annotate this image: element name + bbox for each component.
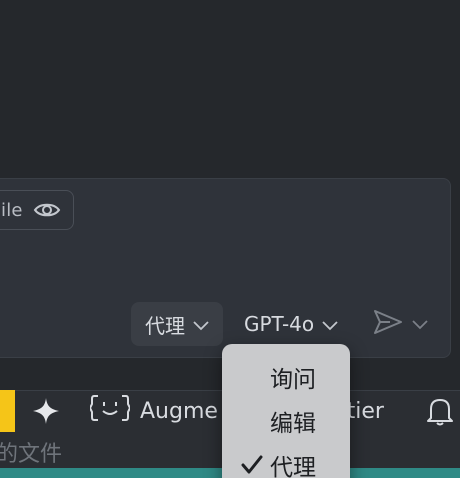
status-indicator[interactable] xyxy=(0,390,15,432)
chat-window: ile 代理 GPT-4o Augme ttier 的文件 询问 编辑 代理 xyxy=(0,0,460,478)
mode-selector-label: 代理 xyxy=(145,313,185,338)
menu-item-agent[interactable]: 代理 xyxy=(222,445,350,478)
augment-status-item[interactable]: Augme xyxy=(88,393,218,429)
send-button[interactable] xyxy=(372,306,434,342)
chevron-down-icon[interactable] xyxy=(412,315,428,334)
augment-face-icon xyxy=(88,393,132,429)
menu-item-edit[interactable]: 编辑 xyxy=(222,401,350,441)
menu-item-label: 代理 xyxy=(270,455,316,478)
augment-label: Augme xyxy=(140,398,218,424)
eye-icon[interactable] xyxy=(33,200,61,220)
menu-item-ask[interactable]: 询问 xyxy=(222,357,350,397)
panel-strip-label: 的文件 xyxy=(0,442,63,467)
model-selector-label: GPT-4o xyxy=(244,312,315,336)
mode-dropdown-menu: 询问 编辑 代理 xyxy=(222,344,350,478)
mode-selector-button[interactable]: 代理 xyxy=(131,302,223,346)
chevron-down-icon xyxy=(193,312,209,336)
check-icon xyxy=(240,453,264,477)
menu-item-label: 询问 xyxy=(270,367,316,393)
bell-icon[interactable] xyxy=(426,396,454,426)
chevron-down-icon xyxy=(322,312,338,336)
file-chip-label: ile xyxy=(1,199,23,221)
send-icon xyxy=(372,308,404,340)
model-selector-button[interactable]: GPT-4o xyxy=(238,302,353,346)
menu-item-label: 编辑 xyxy=(270,411,316,437)
context-file-chip[interactable]: ile xyxy=(0,190,74,230)
sparkle-icon[interactable] xyxy=(30,396,62,426)
